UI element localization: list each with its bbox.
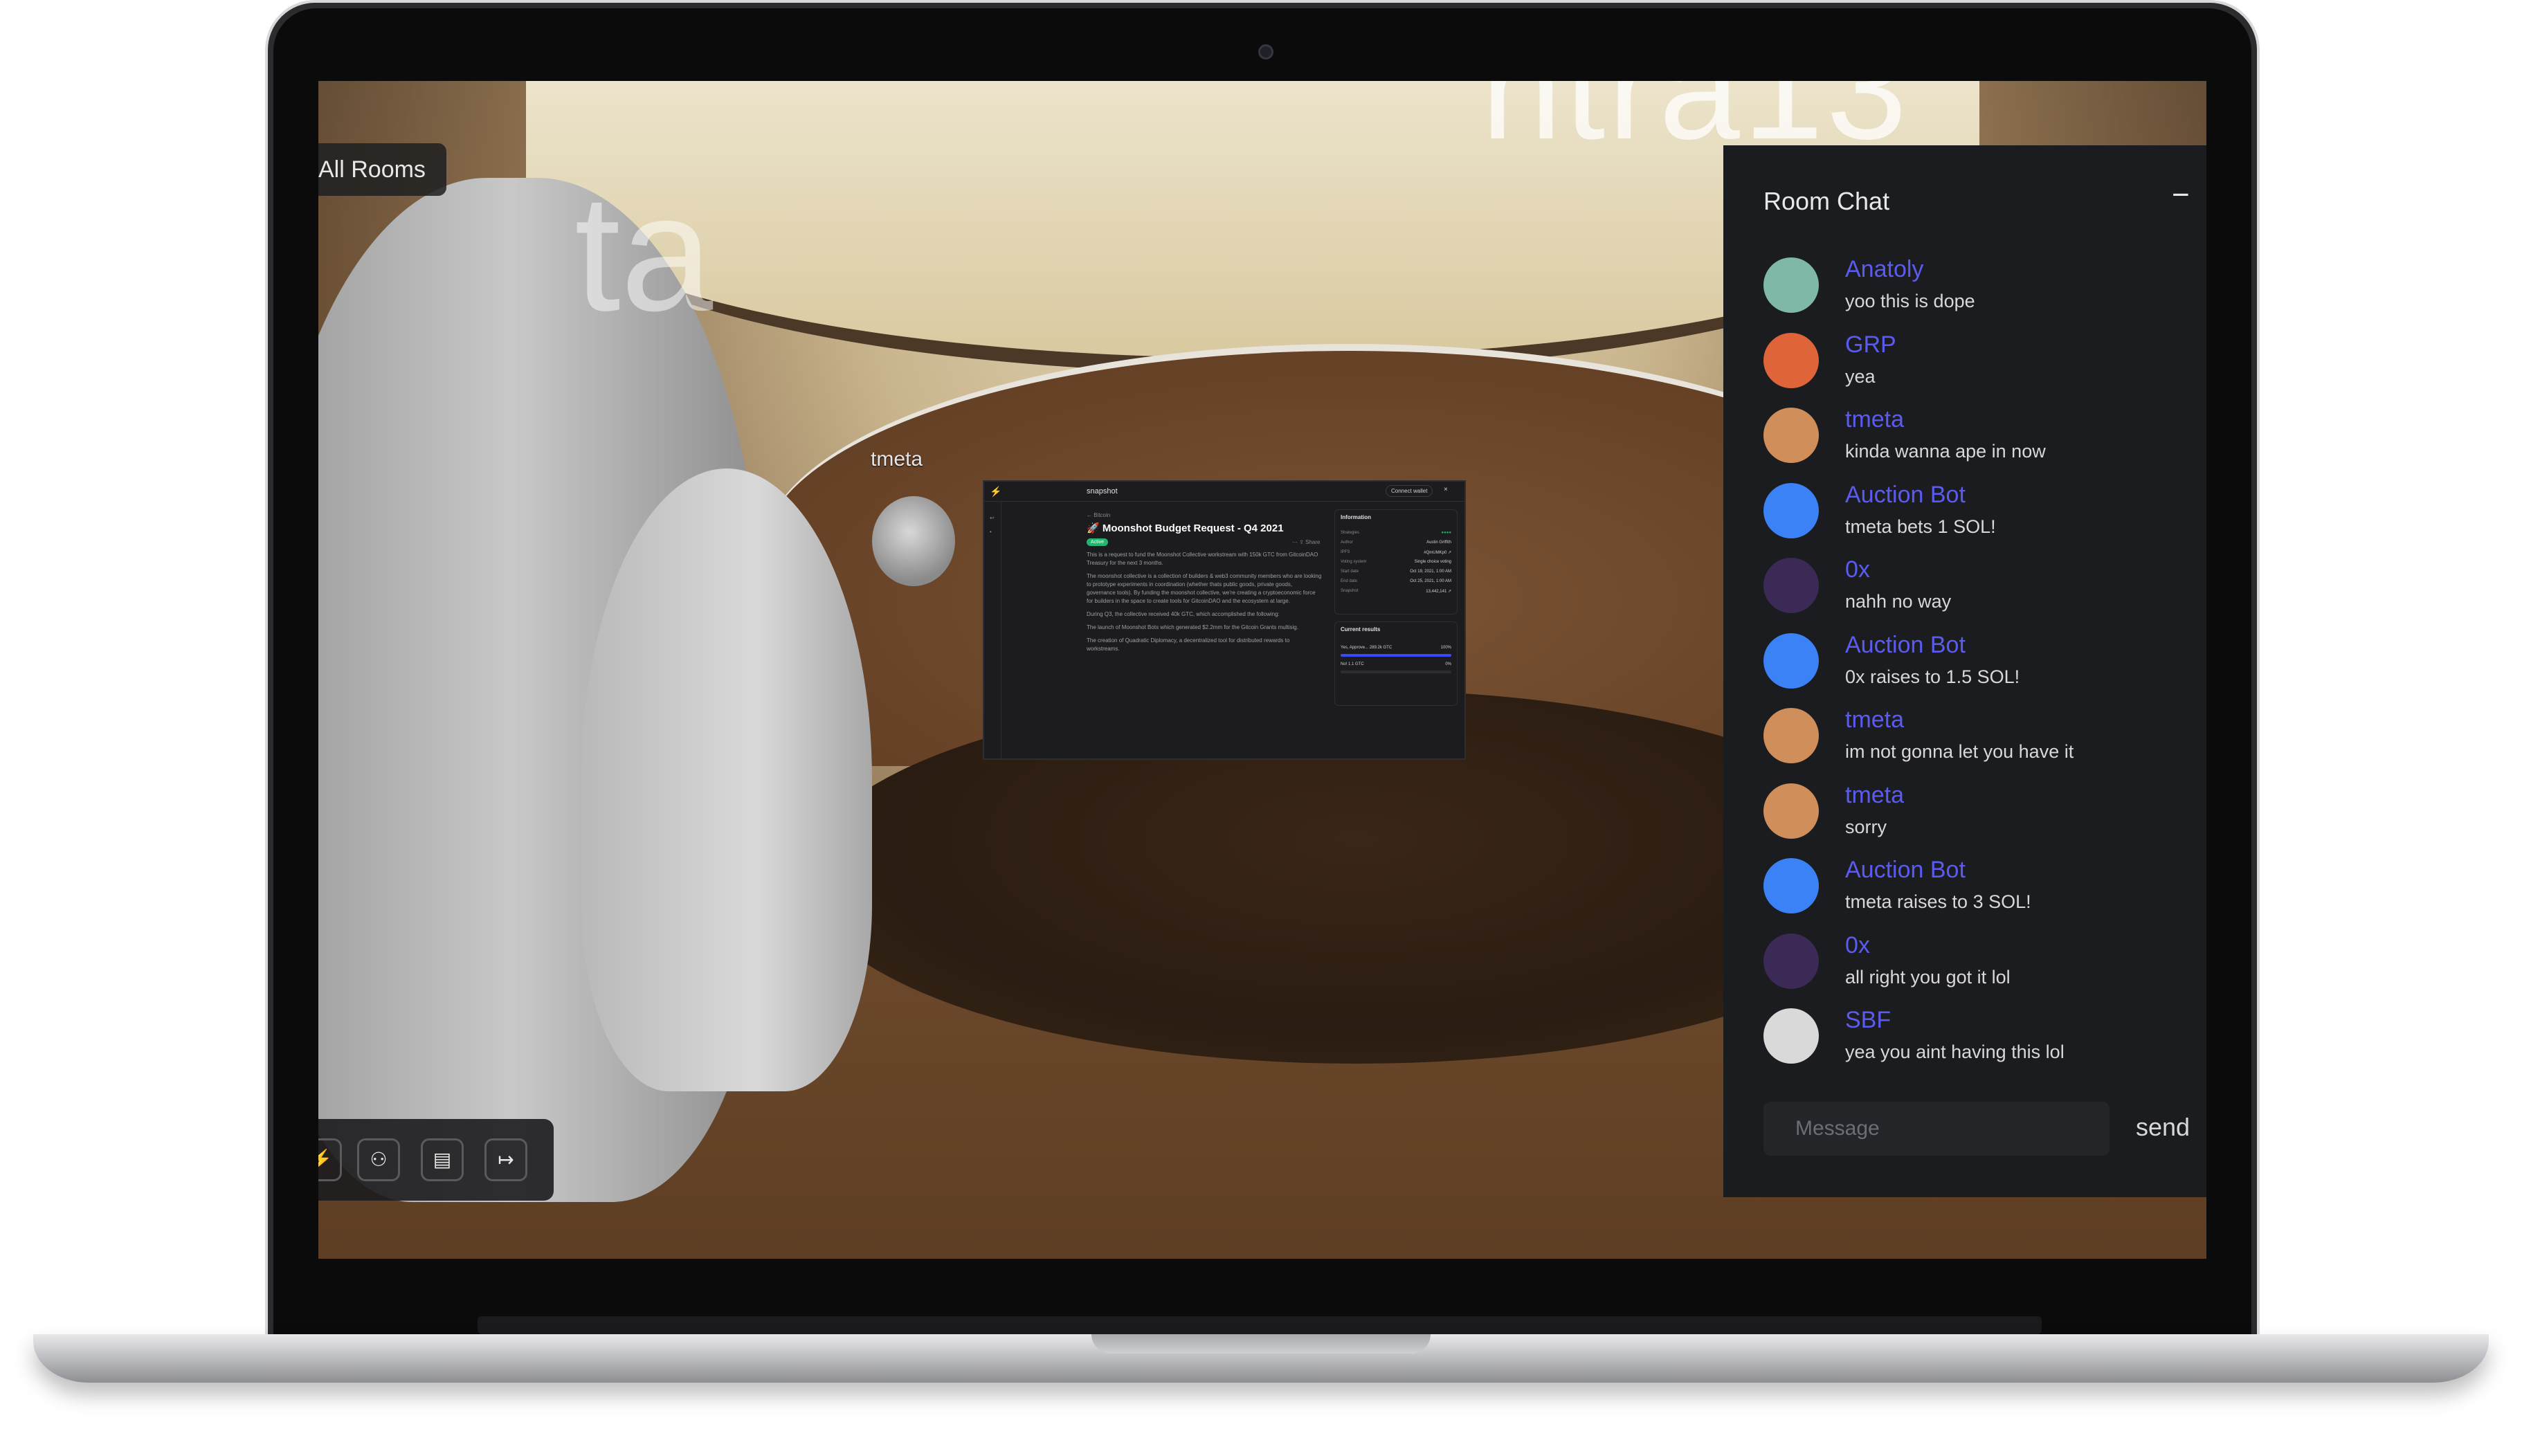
back-link[interactable]: ← Bitcoin [1087, 512, 1110, 518]
message-author[interactable]: GRP [1845, 331, 1896, 358]
chat-message: 0x nahh no way [1763, 556, 2193, 626]
info-row: Author Austin Griffith [1341, 540, 1451, 545]
avatar-nametag: tmeta [871, 448, 923, 471]
app-screen: ntra13 ta tmeta All Rooms ⚡ snapshot Con… [318, 81, 2206, 1259]
proposal-paragraph: The moonshot collective is a collection … [1087, 573, 1322, 604]
avatar[interactable] [1763, 708, 1819, 763]
proposal-paragraph: This is a request to fund the Moonshot C… [1087, 552, 1318, 566]
send-button[interactable]: send [2136, 1113, 2190, 1142]
proposal-paragraph: The creation of Quadratic Diplomacy, a d… [1087, 637, 1290, 652]
message-author[interactable]: tmeta [1845, 707, 1904, 734]
leave-icon[interactable]: ↦ [484, 1138, 527, 1181]
camera-icon [1258, 44, 1273, 60]
message-text: yea [1845, 365, 1876, 387]
avatar[interactable] [1763, 633, 1819, 689]
back-arrow-icon[interactable]: ↩ [990, 515, 995, 521]
chat-message: tmeta kinda wanna ape in now [1763, 406, 2193, 475]
connect-wallet-button[interactable]: Connect wallet [1386, 485, 1433, 497]
message-author[interactable]: Auction Bot [1845, 857, 1966, 884]
avatar[interactable] [1763, 332, 1819, 388]
info-row: Strategies ●●●● [1341, 531, 1451, 535]
results-title: Current results [1341, 626, 1381, 633]
message-text: kinda wanna ape in now [1845, 441, 2046, 462]
avatar[interactable] [1763, 408, 1819, 463]
message-text: all right you got it lol [1845, 966, 2011, 988]
message-text: sorry [1845, 816, 1887, 837]
proposal-title: 🚀 Moonshot Budget Request - Q4 2021 [1087, 522, 1284, 534]
message-text: im not gonna let you have it [1845, 741, 2074, 762]
info-row: Start date Oct 19, 2021, 1:00 AM [1341, 570, 1451, 574]
snapshot-panel: ⚡ snapshot Connect wallet × ↩ • ← Bitcoi… [983, 480, 1466, 760]
scene-text: ta [574, 160, 714, 345]
proposal-body: This is a request to fund the Moonshot C… [1087, 551, 1322, 658]
info-row: Voting system Single choice voting [1341, 560, 1451, 564]
message-author[interactable]: tmeta [1845, 782, 1904, 809]
chat-message: tmeta sorry [1763, 782, 2193, 851]
snapshot-sidebar: ↩ • [984, 501, 1001, 758]
chat-message: Anatoly yoo this is dope [1763, 256, 2193, 325]
avatar[interactable] [1763, 257, 1819, 313]
result-row: Yes, Approve... 289.2k GTC 100% [1341, 646, 1451, 650]
avatar[interactable] [1763, 858, 1819, 913]
proposal-paragraph: During Q3, the collective received 40k G… [1087, 611, 1280, 617]
snapshot-brand: snapshot [1087, 487, 1118, 495]
chat-message: Auction Bot 0x raises to 1.5 SOL! [1763, 632, 2193, 701]
message-input[interactable] [1763, 1102, 2110, 1156]
status-badge: Active [1087, 538, 1109, 546]
proposal-paragraph: The launch of Moonshot Bots which genera… [1087, 624, 1298, 630]
avatar-left-2 [581, 468, 872, 1091]
chat-message: tmeta im not gonna let you have it [1763, 707, 2193, 776]
result-bar-fill [1341, 654, 1451, 657]
all-rooms-button[interactable]: All Rooms [318, 143, 446, 196]
info-row: End date Oct 25, 2021, 1:00 AM [1341, 579, 1451, 583]
avatar[interactable] [1763, 783, 1819, 839]
snapshot-header: ⚡ snapshot Connect wallet × [984, 482, 1464, 502]
result-row: No! 1.1 GTC 0% [1341, 662, 1451, 666]
avatar[interactable] [1763, 482, 1819, 538]
message-text: nahh no way [1845, 591, 1952, 612]
message-author[interactable]: Auction Bot [1845, 632, 1966, 659]
message-author[interactable]: 0x [1845, 556, 1870, 583]
laptop-notch [1091, 1334, 1431, 1354]
result-bar [1341, 671, 1451, 673]
chat-message: 0x all right you got it lol [1763, 932, 2193, 1001]
share-button[interactable]: ⋯ ⇪ Share [1292, 539, 1321, 545]
message-text: yea you aint having this lol [1845, 1041, 2065, 1062]
chat-message: SBF yea you aint having this lol [1763, 1007, 2193, 1076]
chat-message: GRP yea [1763, 331, 2193, 401]
avatar[interactable] [1763, 1008, 1819, 1064]
chat-title: Room Chat [1763, 187, 1890, 215]
chat-message: Auction Bot tmeta bets 1 SOL! [1763, 482, 2193, 551]
avatar[interactable] [1763, 558, 1819, 613]
information-title: Information [1341, 514, 1371, 520]
message-text: tmeta bets 1 SOL! [1845, 516, 1996, 537]
bottom-toolbar: ⚡ ⚇ ▤ ↦ [318, 1119, 554, 1201]
dot-icon[interactable]: • [990, 529, 992, 535]
result-bar [1341, 654, 1451, 657]
message-text: tmeta raises to 3 SOL! [1845, 891, 2031, 912]
room-chat-panel: Room Chat − Anatoly yoo this is dope GRP ye… [1723, 145, 2206, 1197]
avatar-tmeta[interactable] [872, 496, 955, 586]
party-icon[interactable]: ⚡ [318, 1138, 342, 1181]
chat-icon[interactable]: ▤ [421, 1138, 464, 1181]
info-row: Snapshot 13,442,141 ↗ [1341, 589, 1451, 594]
message-text: 0x raises to 1.5 SOL! [1845, 666, 2020, 687]
minimize-icon[interactable]: − [2172, 180, 2190, 210]
laptop-hinge [478, 1316, 2042, 1334]
avatar[interactable] [1763, 933, 1819, 989]
lightning-icon[interactable]: ⚡ [990, 486, 1001, 498]
message-author[interactable]: Auction Bot [1845, 482, 1966, 509]
message-text: yoo this is dope [1845, 291, 1975, 311]
people-icon[interactable]: ⚇ [357, 1138, 400, 1181]
information-card: Information Strategies ●●●● Author Austin … [1334, 509, 1458, 615]
message-author[interactable]: SBF [1845, 1007, 1891, 1034]
message-author[interactable]: Anatoly [1845, 256, 1923, 283]
results-card: Current results Yes, Approve... 289.2k G… [1334, 621, 1458, 706]
info-row: IPFS #QmUMKp0 ↗ [1341, 550, 1451, 555]
chat-message: Auction Bot tmeta raises to 3 SOL! [1763, 857, 2193, 926]
message-author[interactable]: tmeta [1845, 406, 1904, 433]
message-author[interactable]: 0x [1845, 932, 1870, 959]
close-icon[interactable]: × [1444, 486, 1448, 493]
